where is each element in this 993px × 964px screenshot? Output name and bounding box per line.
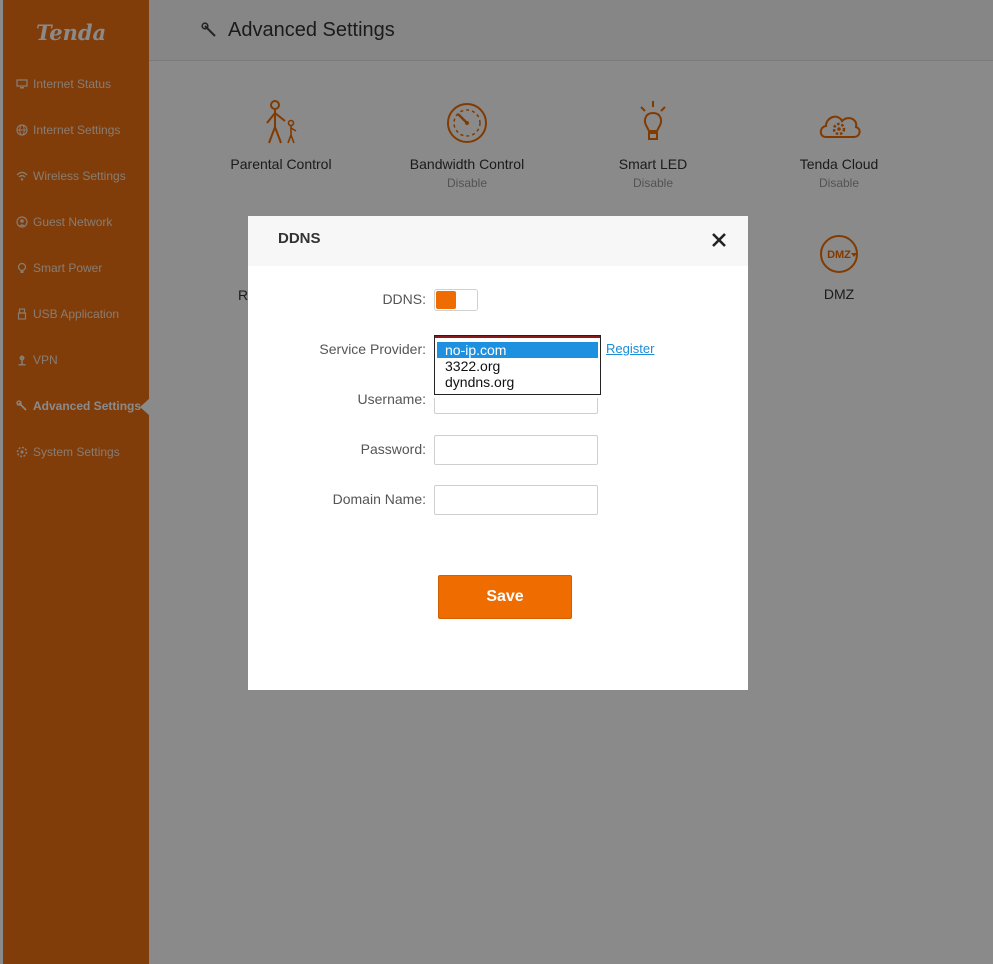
provider-option-dyndns[interactable]: dyndns.org <box>437 374 598 390</box>
ddns-dialog: DDNS DDNS: Service Provider: no-ip.com 3… <box>248 216 748 690</box>
service-provider-label: Service Provider: <box>319 341 426 357</box>
dialog-header: DDNS <box>248 216 748 266</box>
close-icon <box>708 233 730 255</box>
service-provider-dropdown[interactable]: no-ip.com 3322.org dyndns.org <box>434 335 601 395</box>
ddns-toggle[interactable] <box>434 289 478 311</box>
provider-option-no-ip[interactable]: no-ip.com <box>437 342 598 358</box>
dialog-title: DDNS <box>278 230 321 247</box>
ddns-label: DDNS: <box>382 291 426 307</box>
provider-option-3322[interactable]: 3322.org <box>437 358 598 374</box>
save-button[interactable]: Save <box>438 575 572 619</box>
password-label: Password: <box>360 441 426 457</box>
dropdown-top-border <box>435 336 600 338</box>
password-input[interactable] <box>434 435 598 465</box>
register-link[interactable]: Register <box>606 341 654 356</box>
close-button[interactable] <box>708 229 730 251</box>
username-label: Username: <box>357 391 426 407</box>
domain-name-label: Domain Name: <box>332 491 426 507</box>
domain-name-input[interactable] <box>434 485 598 515</box>
toggle-knob <box>436 291 456 309</box>
